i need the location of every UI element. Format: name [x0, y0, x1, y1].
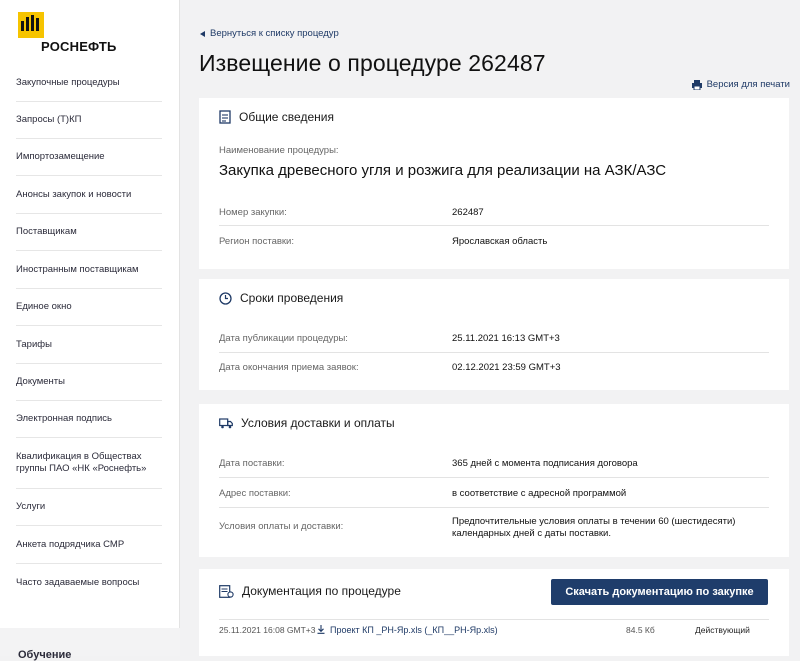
info-label: Дата поставки:: [219, 458, 285, 469]
download-arrow-icon: [317, 625, 325, 636]
info-value: Ярославская область: [452, 236, 548, 247]
info-value: 02.12.2021 23:59 GMT+3: [452, 362, 561, 373]
terms-row-publication: Дата публикации процедуры: 25.11.2021 16…: [219, 324, 769, 353]
back-link[interactable]: Вернуться к списку процедур: [200, 28, 339, 39]
procedure-name-label: Наименование процедуры:: [219, 145, 339, 156]
main-content: Вернуться к списку процедур Извещение о …: [181, 0, 800, 656]
sidebar-nav: Закупочные процедуры Запросы (Т)КП Импор…: [0, 64, 180, 601]
back-link-label: Вернуться к списку процедур: [210, 28, 339, 39]
sidebar-item-announcements[interactable]: Анонсы закупок и новости: [16, 176, 162, 214]
file-size: 84.5 Кб: [626, 625, 655, 635]
delivery-row-date: Дата поставки: 365 дней с момента подпис…: [219, 448, 769, 478]
arrow-left-icon: [200, 30, 205, 37]
delivery-header: Условия доставки и оплаты: [219, 416, 395, 430]
clock-icon: [219, 291, 232, 305]
info-label: Условия оплаты и доставки:: [219, 521, 344, 532]
document-icon: [219, 110, 231, 124]
sidebar-item-single-window[interactable]: Единое окно: [16, 289, 162, 326]
brand-name: РОСНЕФТЬ: [41, 39, 117, 54]
info-label: Дата публикации процедуры:: [219, 333, 348, 344]
info-value: 262487: [452, 207, 484, 218]
terms-header: Сроки проведения: [219, 291, 343, 305]
info-value: 365 дней с момента подписания договора: [452, 458, 638, 469]
info-row-region: Регион поставки: Ярославская область: [219, 226, 769, 256]
procedure-name-value: Закупка древесного угля и розжига для ре…: [219, 162, 667, 179]
info-value: в соответствие с адресной программой: [452, 488, 627, 499]
sidebar-item-procurement[interactable]: Закупочные процедуры: [16, 64, 162, 102]
info-label: Адрес поставки:: [219, 488, 291, 499]
delivery-row-payment: Условия оплаты и доставки: Предпочтитель…: [219, 508, 769, 548]
sidebar-item-services[interactable]: Услуги: [16, 489, 162, 526]
delivery-row-address: Адрес поставки: в соответствие с адресно…: [219, 478, 769, 508]
terms-title: Сроки проведения: [240, 291, 344, 305]
delivery-card: Условия доставки и оплаты Дата поставки:…: [199, 404, 789, 557]
divider: [219, 619, 769, 620]
info-label: Дата окончания приема заявок:: [219, 362, 359, 373]
file-status: Действующий: [695, 625, 750, 635]
sidebar-item-documents[interactable]: Документы: [16, 364, 162, 401]
sidebar-item-import-substitution[interactable]: Импортозамещение: [16, 139, 162, 176]
sidebar-item-e-signature[interactable]: Электронная подпись: [16, 401, 162, 438]
sidebar-item-tariffs[interactable]: Тарифы: [16, 326, 162, 364]
general-info-title: Общие сведения: [239, 110, 334, 124]
sidebar-item-rfq[interactable]: Запросы (Т)КП: [16, 102, 162, 139]
training-label: Обучение: [18, 649, 72, 661]
info-value: Предпочтительные условия оплаты в течени…: [452, 516, 736, 539]
rosneft-logo[interactable]: РОСНЕФТЬ: [18, 12, 128, 54]
info-label: Номер закупки:: [219, 207, 287, 218]
download-documentation-button[interactable]: Скачать документацию по закупке: [551, 579, 768, 605]
sidebar-item-foreign-suppliers[interactable]: Иностранным поставщикам: [16, 251, 162, 289]
sidebar-item-qualification[interactable]: Квалификация в Обществах группы ПАО «НК …: [16, 438, 162, 489]
sidebar-item-suppliers[interactable]: Поставщикам: [16, 214, 162, 251]
sidebar-item-faq[interactable]: Часто задаваемые вопросы: [16, 564, 162, 601]
file-link[interactable]: Проект КП _РН-Яр.xls (_КП__РН-Яр.xls): [330, 625, 498, 635]
info-row-number: Номер закупки: 262487: [219, 198, 769, 226]
documents-icon: [219, 584, 234, 598]
terms-card: Сроки проведения Дата публикации процеду…: [199, 279, 789, 390]
file-date: 25.11.2021 16:08 GMT+3: [219, 625, 316, 635]
delivery-title: Условия доставки и оплаты: [241, 416, 395, 430]
documentation-header: Документация по процедуре: [219, 584, 401, 598]
general-info-card: Общие сведения Наименование процедуры: З…: [199, 98, 789, 269]
print-version-link[interactable]: Версия для печати: [691, 79, 790, 90]
training-banner[interactable]: Обучение: [0, 628, 180, 661]
printer-icon: [691, 79, 702, 90]
print-version-label: Версия для печати: [706, 79, 790, 90]
general-info-header: Общие сведения: [219, 110, 334, 124]
documentation-card: Документация по процедуре Скачать докуме…: [199, 569, 789, 656]
documentation-title: Документация по процедуре: [242, 584, 401, 598]
info-label: Регион поставки:: [219, 236, 294, 247]
truck-icon: [219, 417, 233, 428]
page-title: Извещение о процедуре 262487: [199, 50, 546, 76]
table-row: 25.11.2021 16:08 GMT+3 Проект КП _РН-Яр.…: [219, 625, 779, 641]
sidebar: РОСНЕФТЬ Закупочные процедуры Запросы (Т…: [0, 0, 180, 661]
rosneft-emblem-icon: [18, 12, 44, 38]
info-value: 25.11.2021 16:13 GMT+3: [452, 333, 560, 344]
terms-row-deadline: Дата окончания приема заявок: 02.12.2021…: [219, 353, 769, 382]
sidebar-item-contractor-form[interactable]: Анкета подрядчика СМР: [16, 526, 162, 564]
